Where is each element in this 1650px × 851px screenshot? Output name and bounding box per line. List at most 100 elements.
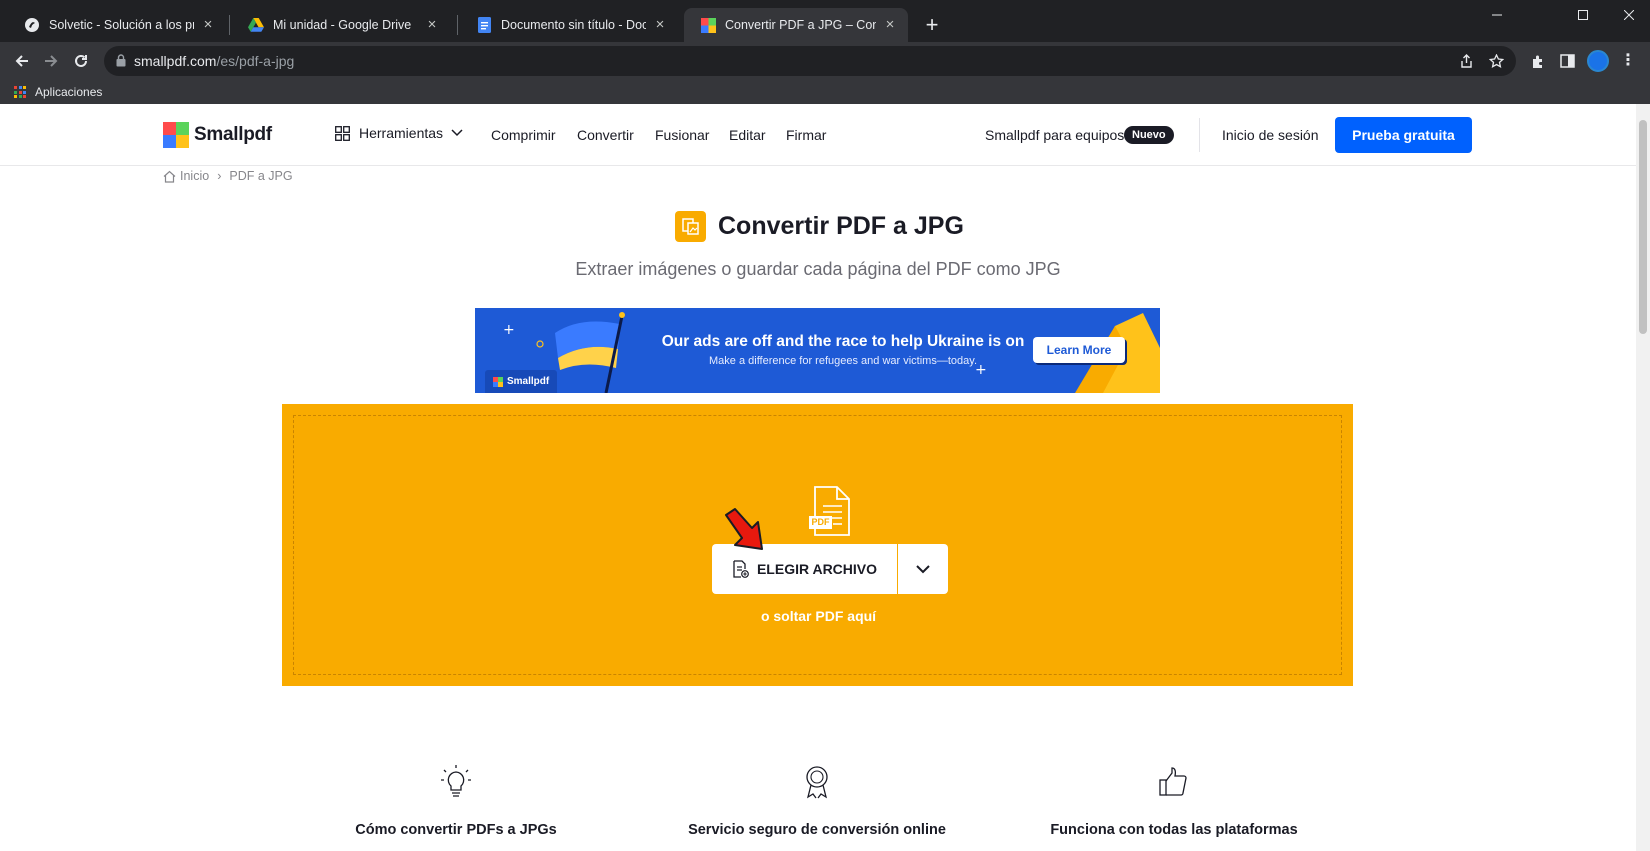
nav-fusionar[interactable]: Fusionar <box>655 127 709 143</box>
page-subtitle: Extraer imágenes o guardar cada página d… <box>575 259 1061 279</box>
feature-secure: Servicio seguro de conversión online <box>667 764 967 838</box>
apps-grid-icon <box>14 86 26 98</box>
add-file-icon <box>733 560 749 578</box>
free-trial-button[interactable]: Prueba gratuita <box>1335 117 1472 153</box>
reload-icon[interactable] <box>67 47 95 75</box>
scrollbar-thumb[interactable] <box>1639 120 1647 334</box>
choose-file-label: ELEGIR ARCHIVO <box>756 561 878 577</box>
banner-logo-text: Smallpdf <box>507 376 550 387</box>
upload-source-dropdown[interactable] <box>898 544 948 594</box>
red-pointer-arrow-icon <box>722 506 772 561</box>
tools-label: Herramientas <box>359 125 444 141</box>
dropzone-dashed-area[interactable]: PDF ELEGIR ARCHIVO o soltar PDF aquí <box>293 415 1342 675</box>
ukraine-ad-banner[interactable]: + + Our ads are off and the race to help… <box>475 308 1160 393</box>
banner-headline: Our ads are off and the race to help Ukr… <box>661 333 1025 350</box>
address-bar[interactable]: smallpdf.com/es/pdf-a-jpg <box>104 46 1516 76</box>
google-drive-icon <box>248 17 264 33</box>
browser-toolbar: smallpdf.com/es/pdf-a-jpg ⋮ <box>0 42 1650 80</box>
home-icon <box>163 170 176 183</box>
chevron-down-icon <box>451 129 463 137</box>
learn-more-button[interactable]: Learn More <box>1033 337 1125 363</box>
feature-how-to: Cómo convertir PDFs a JPGs <box>306 764 606 838</box>
minimize-window-icon[interactable] <box>1474 0 1520 30</box>
smallpdf-favicon-icon <box>700 17 716 33</box>
feature-platforms: Funciona con todas las plataformas <box>1024 764 1324 838</box>
tab-divider <box>229 15 230 35</box>
lightbulb-icon <box>441 765 471 797</box>
svg-text:+: + <box>503 322 515 338</box>
file-dropzone[interactable]: PDF ELEGIR ARCHIVO o soltar PDF aquí <box>282 404 1353 686</box>
back-arrow-icon[interactable] <box>8 47 36 75</box>
page-title-row: Convertir PDF a JPG <box>675 211 964 242</box>
close-icon[interactable]: × <box>652 17 668 33</box>
header-divider <box>1199 118 1200 152</box>
pdf-file-icon: PDF <box>809 486 851 536</box>
solvetic-favicon-icon <box>24 17 40 33</box>
side-panel-icon[interactable] <box>1559 53 1575 69</box>
banner-text: Our ads are off and the race to help Ukr… <box>633 333 1053 367</box>
url-host: smallpdf.com <box>134 53 217 69</box>
forward-arrow-icon[interactable] <box>37 47 65 75</box>
feature-title: Cómo convertir PDFs a JPGs <box>355 822 557 838</box>
nav-editar[interactable]: Editar <box>729 127 766 143</box>
breadcrumb-separator-icon: › <box>217 169 222 183</box>
tab-solvetic[interactable]: Solvetic - Solución a los problemas × <box>8 8 226 42</box>
close-icon[interactable]: × <box>424 17 440 33</box>
breadcrumb-home[interactable]: Inicio <box>180 169 209 183</box>
drop-hint: o soltar PDF aquí <box>760 608 877 624</box>
google-docs-icon <box>476 17 492 33</box>
new-badge: Nuevo <box>1124 126 1174 144</box>
share-icon[interactable] <box>1458 53 1474 69</box>
grid-icon <box>335 125 350 141</box>
restore-window-icon[interactable] <box>1560 0 1606 30</box>
nav-comprimir[interactable]: Comprimir <box>491 127 556 143</box>
tab-title: Documento sin título - Documentos <box>501 18 646 32</box>
page-title: Convertir PDF a JPG <box>718 212 964 240</box>
bookmark-apps[interactable]: Aplicaciones <box>14 83 102 101</box>
extensions-puzzle-icon[interactable] <box>1530 53 1546 69</box>
tab-divider <box>457 15 458 35</box>
smallpdf-logo-icon <box>163 122 189 148</box>
bookmark-apps-label: Aplicaciones <box>35 85 103 99</box>
login-link[interactable]: Inicio de sesión <box>1222 127 1319 143</box>
chevron-down-icon <box>916 564 930 573</box>
tab-google-docs[interactable]: Documento sin título - Documentos × <box>460 8 678 42</box>
breadcrumb-current: PDF a JPG <box>229 169 293 183</box>
close-icon[interactable]: × <box>200 17 216 33</box>
tab-title: Solvetic - Solución a los problemas <box>49 18 194 32</box>
feature-title: Servicio seguro de conversión online <box>688 822 946 838</box>
tab-title: Mi unidad - Google Drive <box>273 18 412 32</box>
page-viewport: Smallpdf Herramientas Comprimir Converti… <box>0 104 1650 851</box>
teams-link[interactable]: Smallpdf para equipos <box>985 127 1124 143</box>
bookmark-star-icon[interactable] <box>1488 53 1504 69</box>
logo-text: Smallpdf <box>194 124 272 145</box>
award-ribbon-icon <box>806 766 828 799</box>
url-path: /es/pdf-a-jpg <box>216 53 295 69</box>
nav-convertir[interactable]: Convertir <box>577 127 634 143</box>
breadcrumb: Inicio › PDF a JPG <box>163 169 293 183</box>
pdf-to-jpg-tool-icon <box>675 211 706 242</box>
thumbs-up-icon <box>1159 767 1187 796</box>
close-window-icon[interactable] <box>1606 0 1650 30</box>
smallpdf-logo-icon <box>493 376 503 387</box>
banner-subline: Make a difference for refugees and war v… <box>709 355 977 367</box>
nav-firmar[interactable]: Firmar <box>786 127 826 143</box>
bookmarks-bar: Aplicaciones <box>0 80 1650 104</box>
close-icon[interactable]: × <box>882 17 898 33</box>
lock-icon[interactable] <box>116 54 126 72</box>
banner-smallpdf-logo: Smallpdf <box>485 370 558 393</box>
smallpdf-logo[interactable]: Smallpdf <box>163 122 272 148</box>
tab-google-drive[interactable]: Mi unidad - Google Drive × <box>232 8 450 42</box>
tab-smallpdf-active[interactable]: Convertir PDF a JPG – Convierte de × <box>684 8 908 42</box>
new-tab-button[interactable]: + <box>918 12 946 40</box>
more-menu-icon[interactable]: ⋮ <box>1620 52 1636 70</box>
tools-menu[interactable]: Herramientas <box>335 125 463 141</box>
profile-avatar[interactable] <box>1587 50 1609 72</box>
tab-title: Convertir PDF a JPG – Convierte de <box>725 18 876 32</box>
url-text: smallpdf.com/es/pdf-a-jpg <box>134 53 294 69</box>
pdf-badge-text: PDF <box>811 517 830 527</box>
page-scrollbar[interactable] <box>1636 104 1650 851</box>
site-header: Smallpdf Herramientas Comprimir Converti… <box>0 104 1636 166</box>
browser-tab-strip: Solvetic - Solución a los problemas × Mi… <box>0 0 1650 42</box>
feature-title: Funciona con todas las plataformas <box>1050 822 1298 838</box>
